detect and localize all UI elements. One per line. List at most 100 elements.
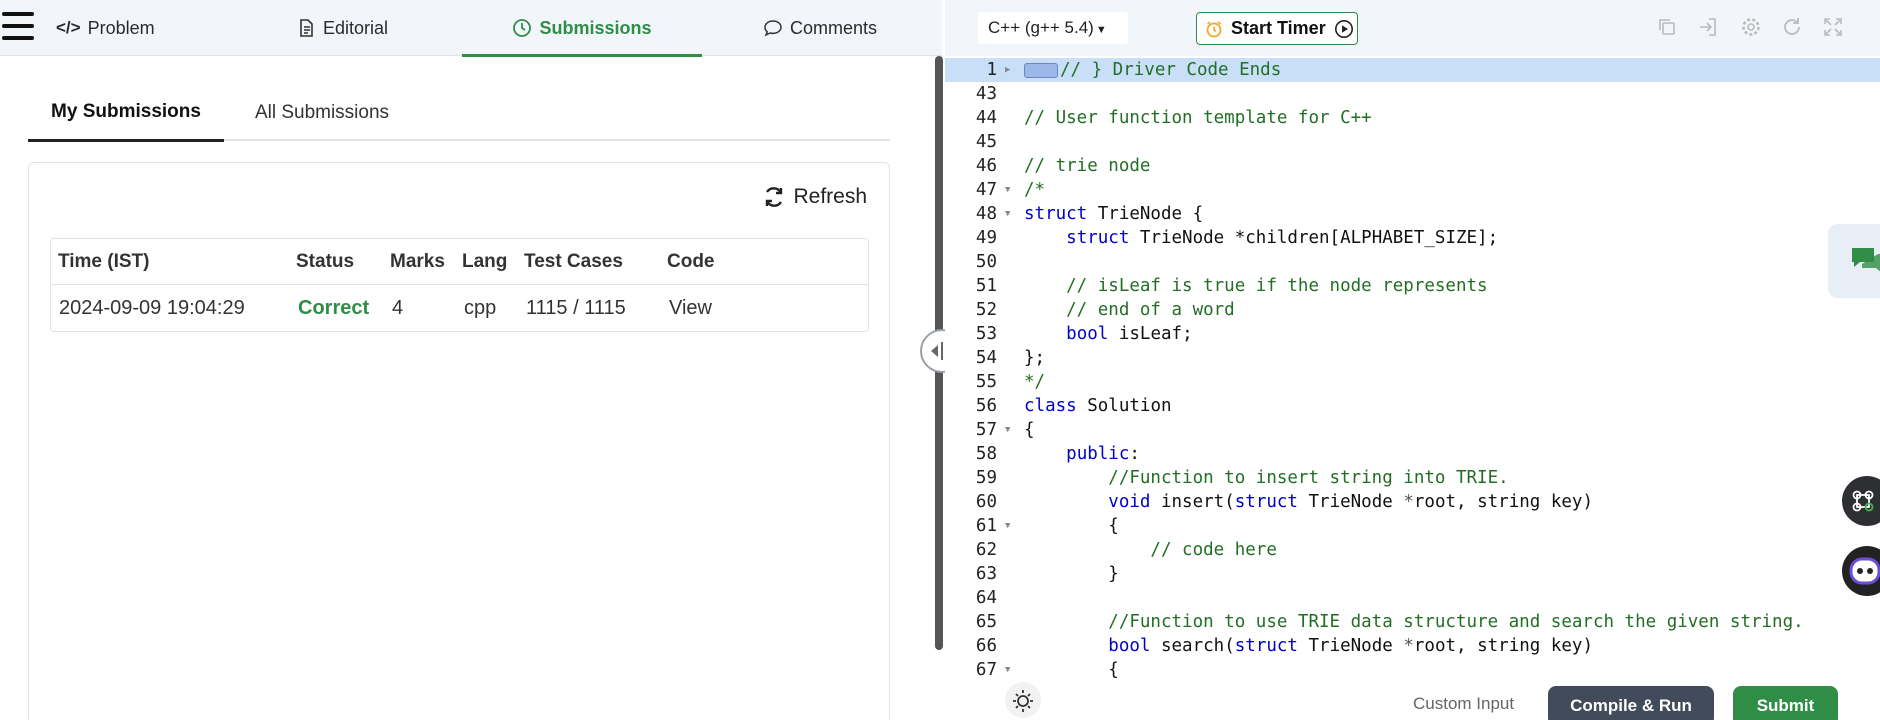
code-text: }; <box>1024 348 1046 368</box>
language-select[interactable]: C++ (g++ 5.4) ▼ <box>978 12 1128 44</box>
code-line: 67 ▼ { <box>945 658 1880 680</box>
code-line: 65 //Function to use TRIE data structure… <box>945 610 1880 634</box>
code-line: 64 <box>945 586 1880 610</box>
code-text: // } Driver Code Ends <box>1024 58 1281 82</box>
tab-comments[interactable]: Comments <box>763 0 877 56</box>
code-text: // end of a word <box>1024 300 1235 320</box>
column-header: Code <box>667 251 715 272</box>
menu-icon[interactable] <box>2 10 34 44</box>
custom-input-toggle[interactable]: Custom Input <box>1413 694 1514 714</box>
line-number: 60 <box>975 492 997 512</box>
tab-my-submissions[interactable]: My Submissions <box>28 84 224 142</box>
fold-expanded-icon[interactable]: ▼ <box>1005 202 1010 226</box>
code-text: /* <box>1024 180 1046 200</box>
clock-icon <box>513 19 532 37</box>
column-header: Lang <box>462 251 508 272</box>
document-icon <box>300 19 313 37</box>
code-text: struct TrieNode { <box>1024 204 1204 224</box>
column-header: Marks <box>390 251 445 272</box>
submission-marks: 4 <box>392 296 404 319</box>
column-header: Time (IST) <box>58 251 150 272</box>
line-number: 46 <box>975 156 997 176</box>
table-header-row: Time (IST) Status Marks Lang Test Cases … <box>51 239 868 285</box>
tab-editorial[interactable]: Editorial <box>296 0 388 56</box>
start-timer-button[interactable]: Start Timer <box>1196 12 1358 45</box>
code-line: 58 public: <box>945 442 1880 466</box>
code-line: 59 //Function to insert string into TRIE… <box>945 466 1880 490</box>
tab-all-submissions[interactable]: All Submissions <box>224 84 420 141</box>
tab-problem[interactable]: </> Problem <box>56 0 155 56</box>
code-line: 51 // isLeaf is true if the node represe… <box>945 274 1880 298</box>
submissions-table: Time (IST) Status Marks Lang Test Cases … <box>50 238 869 332</box>
code-line: 52 // end of a word <box>945 298 1880 322</box>
line-number: 59 <box>975 468 997 488</box>
code-line: 43 <box>945 82 1880 106</box>
code-line: 50 <box>945 250 1880 274</box>
code-line: 1 ▶ // } Driver Code Ends <box>945 58 1880 82</box>
folded-code-marker[interactable] <box>1024 62 1058 78</box>
line-number: 53 <box>975 324 997 344</box>
tab-label: Editorial <box>323 17 389 38</box>
compile-run-button[interactable]: Compile & Run <box>1548 686 1714 720</box>
sign-in-icon[interactable] <box>1697 16 1719 38</box>
submission-time: 2024-09-09 19:04:29 <box>59 296 245 319</box>
refresh-icon <box>766 187 783 207</box>
code-line: 62 // code here <box>945 538 1880 562</box>
line-number: 55 <box>975 372 997 392</box>
line-number: 47 <box>975 180 997 200</box>
gear-icon[interactable] <box>1740 16 1762 38</box>
code-line: 53 bool isLeaf; <box>945 322 1880 346</box>
code-text: //Function to insert string into TRIE. <box>1024 468 1509 488</box>
line-number: 56 <box>975 396 997 416</box>
fold-expanded-icon[interactable]: ▼ <box>1005 418 1010 442</box>
tab-label: Problem <box>87 17 155 38</box>
code-text: bool search(struct TrieNode *root, strin… <box>1108 636 1593 656</box>
line-number: 48 <box>975 204 997 224</box>
submission-lang: cpp <box>464 296 497 319</box>
code-line: 49 struct TrieNode *children[ALPHABET_SI… <box>945 226 1880 250</box>
code-line: 44 // User function template for C++ <box>945 106 1880 130</box>
fold-expanded-icon[interactable]: ▼ <box>1005 658 1010 680</box>
code-line: 46 // trie node <box>945 154 1880 178</box>
chat-widget-button[interactable] <box>1828 224 1880 298</box>
line-number: 66 <box>975 636 997 656</box>
code-text: { <box>1024 516 1119 536</box>
editor-panel: C++ (g++ 5.4) ▼ Start Timer 1 ▶ // } Driver… <box>945 0 1880 720</box>
line-number: 45 <box>975 132 997 152</box>
line-number: 67 <box>975 660 997 680</box>
submit-button[interactable]: Submit <box>1733 686 1838 720</box>
code-text: */ <box>1024 372 1046 392</box>
theme-toggle-button[interactable] <box>1005 682 1041 718</box>
tab-submissions[interactable]: Submissions <box>462 0 702 57</box>
code-line: 63 } <box>945 562 1880 586</box>
alarm-clock-icon <box>1206 20 1222 37</box>
tab-label: Submissions <box>539 17 652 38</box>
column-header: Test Cases <box>524 251 623 272</box>
refresh-button[interactable]: Refresh <box>762 185 867 209</box>
table-row: 2024-09-09 19:04:29 Correct 4 cpp 1115 /… <box>51 285 868 331</box>
code-editor[interactable]: 1 ▶ // } Driver Code Ends 43 44 // User funct… <box>945 56 1880 680</box>
line-number: 62 <box>975 540 997 560</box>
submission-test-cases: 1115 / 1115 <box>526 296 626 319</box>
code-line: 66 bool search(struct TrieNode *root, st… <box>945 634 1880 658</box>
ai-assistant-button[interactable] <box>1842 546 1880 596</box>
code-line: 47 ▼ /* <box>945 178 1880 202</box>
view-code-link[interactable]: View <box>669 285 712 331</box>
copy-icon[interactable] <box>1656 16 1678 38</box>
code-text: { <box>1024 420 1035 440</box>
fold-collapsed-icon[interactable]: ▶ <box>1005 58 1010 82</box>
fullscreen-icon[interactable] <box>1822 16 1844 38</box>
fold-expanded-icon[interactable]: ▼ <box>1005 178 1010 202</box>
line-number: 52 <box>975 300 997 320</box>
status-badge: Correct <box>298 296 370 319</box>
code-text: class Solution <box>1024 396 1172 416</box>
fold-expanded-icon[interactable]: ▼ <box>1005 514 1010 538</box>
code-text: // isLeaf is true if the node represents <box>1024 276 1488 296</box>
line-number: 1 <box>986 60 997 80</box>
tab-label: Comments <box>790 17 878 38</box>
reset-icon[interactable] <box>1781 16 1803 38</box>
code-line: 55 */ <box>945 370 1880 394</box>
code-icon: </> <box>56 18 81 37</box>
robot-icon <box>1849 557 1880 585</box>
chevron-down-icon: ▼ <box>1095 24 1107 36</box>
